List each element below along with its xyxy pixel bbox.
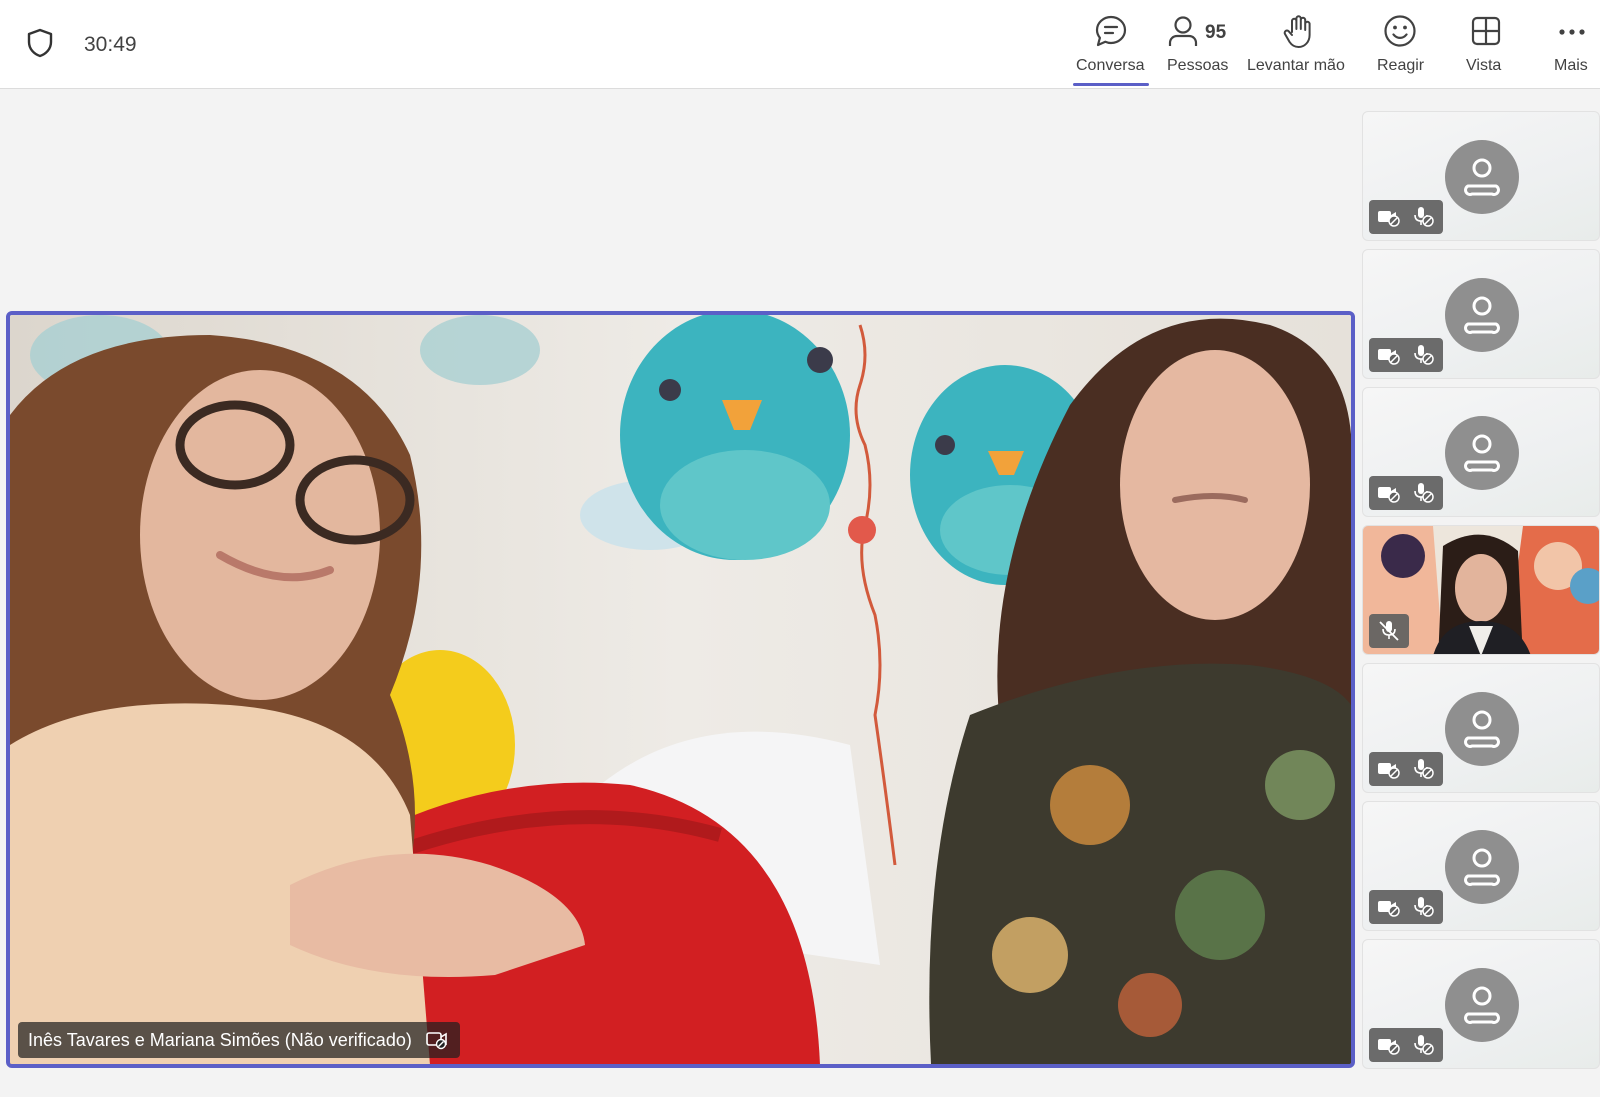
person-icon	[1464, 848, 1500, 886]
person-icon	[1464, 434, 1500, 472]
more-label: Mais	[1554, 57, 1588, 74]
mic-off-icon	[1414, 345, 1434, 365]
avatar	[1445, 416, 1519, 490]
view-button[interactable]: Vista	[1466, 0, 1506, 89]
meeting-toolbar: 30:49 Conversa 95 Pessoas Levantar mão R	[0, 0, 1600, 89]
participant-tile[interactable]	[1362, 663, 1600, 793]
chat-button[interactable]: Conversa	[1073, 0, 1149, 89]
participant-tile[interactable]	[1362, 939, 1600, 1069]
active-tab-indicator	[1073, 83, 1149, 86]
media-status	[1369, 890, 1443, 924]
mic-off-icon	[1414, 1035, 1434, 1055]
camera-off-icon	[1378, 487, 1400, 503]
people-count: 95	[1205, 22, 1227, 43]
chat-icon	[1095, 15, 1127, 47]
mic-off-icon	[1414, 759, 1434, 779]
camera-off-icon	[1378, 1039, 1400, 1055]
meeting-timer: 30:49	[84, 33, 137, 56]
people-label: Pessoas	[1167, 57, 1229, 74]
view-label: Vista	[1466, 57, 1502, 74]
camera-off-icon	[1378, 763, 1400, 779]
media-status	[1369, 476, 1443, 510]
raise-hand-button[interactable]: Levantar mão	[1246, 0, 1350, 89]
grid-icon	[1471, 16, 1501, 46]
media-status	[1369, 1028, 1443, 1062]
hand-icon	[1283, 15, 1311, 48]
avatar	[1445, 968, 1519, 1042]
person-icon	[1464, 296, 1500, 334]
react-button[interactable]: Reagir	[1375, 0, 1425, 89]
more-button[interactable]: Mais	[1552, 0, 1592, 89]
participant-video-tile[interactable]	[1362, 525, 1600, 655]
avatar	[1445, 692, 1519, 766]
participant-tile[interactable]	[1362, 111, 1600, 241]
camera-off-icon	[1378, 901, 1400, 917]
media-status	[1369, 338, 1443, 372]
media-status	[1369, 752, 1443, 786]
participant-name: Inês Tavares e Mariana Simões (Não verif…	[28, 1029, 412, 1050]
shield-icon[interactable]	[27, 28, 53, 58]
react-label: Reagir	[1377, 57, 1425, 74]
mic-off-icon	[1414, 897, 1434, 917]
media-status	[1369, 200, 1443, 234]
mic-off-icon	[1379, 621, 1399, 641]
raise-hand-label: Levantar mão	[1247, 57, 1345, 74]
person-icon	[1464, 158, 1500, 196]
camera-off-icon	[1378, 211, 1400, 227]
main-video-stage[interactable]: Inês Tavares e Mariana Simões (Não verif…	[6, 311, 1355, 1068]
camera-off-icon	[1378, 349, 1400, 365]
media-status	[1369, 614, 1409, 648]
participant-tile[interactable]	[1362, 387, 1600, 517]
participant-tile[interactable]	[1362, 801, 1600, 931]
camera-slash-icon	[426, 1032, 447, 1050]
video-feed	[10, 315, 1351, 1064]
person-icon	[1464, 986, 1500, 1024]
mic-off-icon	[1414, 483, 1434, 503]
chat-label: Conversa	[1076, 57, 1145, 74]
person-icon	[1464, 710, 1500, 748]
participant-tile[interactable]	[1362, 249, 1600, 379]
avatar	[1445, 830, 1519, 904]
smiley-icon	[1384, 15, 1416, 47]
avatar	[1445, 278, 1519, 352]
mic-off-icon	[1414, 207, 1434, 227]
more-icon	[1559, 29, 1585, 35]
avatar	[1445, 140, 1519, 214]
person-icon	[1168, 16, 1198, 46]
participant-name-tag: Inês Tavares e Mariana Simões (Não verif…	[18, 1022, 460, 1058]
people-button[interactable]: 95 Pessoas	[1166, 0, 1258, 89]
